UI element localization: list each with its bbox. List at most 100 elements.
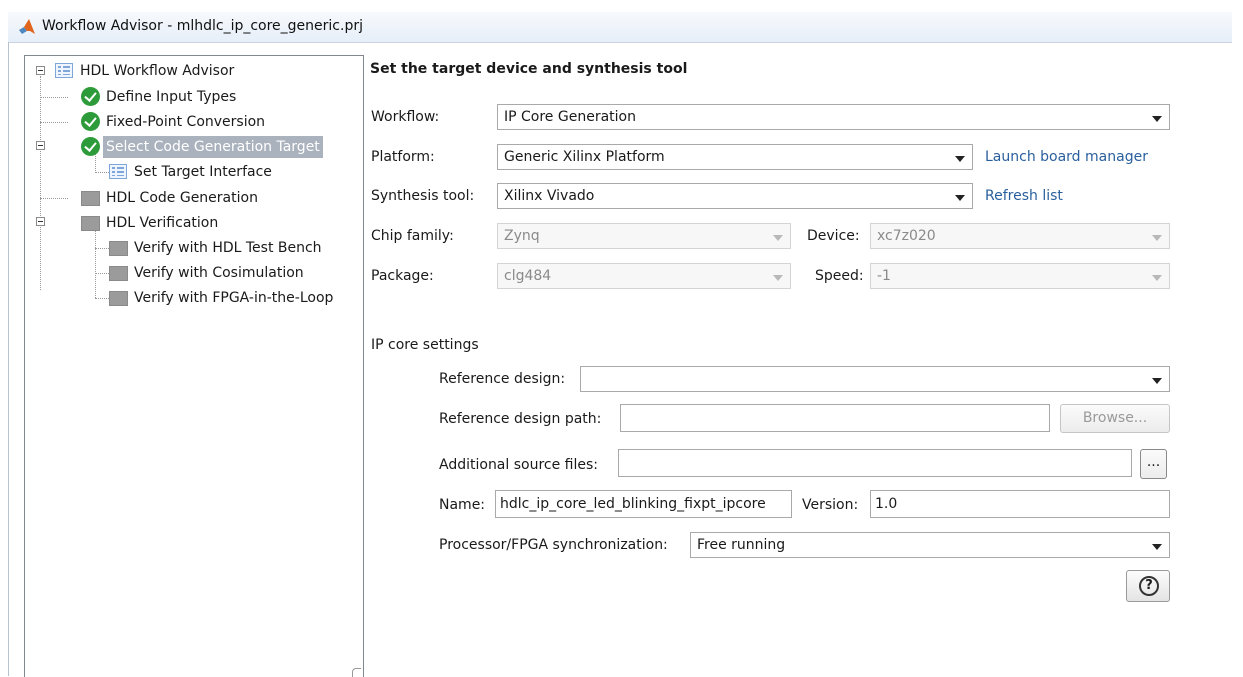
matlab-logo-icon (19, 19, 35, 34)
version-input[interactable]: 1.0 (870, 490, 1170, 518)
workflow-select[interactable]: IP Core Generation (497, 104, 1170, 130)
tree-connector (95, 248, 109, 249)
reference-design-label: Reference design: (439, 371, 566, 387)
window-border (8, 42, 9, 676)
processor-fpga-sync-select[interactable]: Free running (690, 532, 1170, 558)
tree-item-set-target-interface[interactable]: Set Target Interface (109, 161, 275, 183)
tree-connector (40, 97, 68, 98)
chevron-down-icon (773, 235, 783, 241)
tree-item-label: Set Target Interface (134, 164, 272, 180)
chevron-down-icon (1152, 116, 1162, 122)
workflow-advisor-window: Workflow Advisor - mlhdlc_ip_core_generi… (0, 0, 1243, 677)
platform-select[interactable]: Generic Xilinx Platform (497, 144, 973, 170)
chevron-down-icon (955, 156, 965, 162)
reference-design-path-input[interactable] (620, 404, 1050, 432)
tree-item-label: Verify with Cosimulation (134, 265, 304, 281)
chip-family-value: Zynq (504, 228, 540, 244)
tree-item-verify-hdl-test-bench[interactable]: Verify with HDL Test Bench (109, 237, 325, 259)
tree-collapse-toggle[interactable] (36, 141, 45, 150)
refresh-list-link[interactable]: Refresh list (985, 188, 1063, 204)
synthesis-tool-value: Xilinx Vivado (504, 188, 595, 204)
tree-item-verify-cosimulation[interactable]: Verify with Cosimulation (109, 262, 307, 284)
tree-item-verify-fpga-in-the-loop[interactable]: Verify with FPGA-in-the-Loop (109, 287, 336, 309)
help-icon: ? (1139, 576, 1159, 596)
tree-connector (40, 122, 68, 123)
workflow-value: IP Core Generation (504, 109, 636, 125)
name-input[interactable]: hdlc_ip_core_led_blinking_fixpt_ipcore (495, 490, 792, 518)
speed-value: -1 (877, 268, 891, 284)
tree-item-label: Select Code Generation Target (103, 136, 323, 158)
tree-item-label: HDL Verification (106, 215, 219, 231)
processor-fpga-sync-value: Free running (697, 537, 786, 553)
chevron-down-icon (1152, 235, 1162, 241)
tree-item-fixed-point-conversion[interactable]: Fixed-Point Conversion (81, 111, 268, 133)
tree-connector (40, 76, 41, 290)
tree-connector (95, 228, 96, 298)
help-button[interactable]: ? (1126, 570, 1170, 602)
tree-item-hdl-verification[interactable]: HDL Verification (81, 212, 221, 234)
window-title: Workflow Advisor - mlhdlc_ip_core_generi… (42, 18, 363, 34)
chevron-down-icon (1152, 275, 1162, 281)
workflow-label: Workflow: (371, 109, 440, 125)
package-value: clg484 (504, 268, 552, 284)
gray-square-icon (81, 216, 100, 231)
synthesis-tool-select[interactable]: Xilinx Vivado (497, 183, 973, 209)
device-label: Device: (807, 228, 860, 244)
tree-connector (95, 298, 109, 299)
device-value: xc7z020 (877, 228, 936, 244)
tree-connector (40, 198, 68, 199)
panel-title: Set the target device and synthesis tool (370, 61, 688, 77)
name-value: hdlc_ip_core_led_blinking_fixpt_ipcore (500, 496, 766, 512)
tree-collapse-toggle[interactable] (36, 66, 45, 75)
gray-square-icon (109, 266, 128, 281)
platform-value: Generic Xilinx Platform (504, 149, 665, 165)
chip-family-label: Chip family: (371, 228, 454, 244)
gray-square-icon (81, 191, 100, 206)
check-circle-icon (81, 87, 100, 106)
package-label: Package: (371, 268, 434, 284)
tree-item-label: HDL Code Generation (106, 190, 258, 206)
title-bar: Workflow Advisor - mlhdlc_ip_core_generi… (8, 12, 1232, 43)
speed-select[interactable]: -1 (870, 263, 1170, 289)
tree-item-select-code-generation-target[interactable]: Select Code Generation Target (81, 136, 323, 158)
platform-label: Platform: (371, 149, 435, 165)
tree-root-label: HDL Workflow Advisor (80, 63, 235, 79)
reference-design-path-label: Reference design path: (439, 411, 602, 427)
ip-core-section-label: IP core settings (371, 337, 479, 353)
check-circle-icon (81, 112, 100, 131)
tree-collapse-toggle[interactable] (36, 217, 45, 226)
gray-square-icon (109, 291, 128, 306)
tree-item-label: Verify with FPGA-in-the-Loop (134, 290, 334, 306)
tree-item-label: Fixed-Point Conversion (106, 114, 266, 130)
tree-item-hdl-code-generation[interactable]: HDL Code Generation (81, 187, 261, 209)
additional-source-files-label: Additional source files: (439, 457, 599, 473)
check-circle-icon (81, 137, 100, 156)
version-value: 1.0 (875, 496, 898, 512)
launch-board-manager-link[interactable]: Launch board manager (985, 149, 1148, 165)
reference-design-select[interactable] (580, 366, 1170, 392)
chip-family-select[interactable]: Zynq (497, 223, 791, 249)
device-select[interactable]: xc7z020 (870, 223, 1170, 249)
tree-item-label: Verify with HDL Test Bench (134, 240, 322, 256)
task-tree[interactable]: HDL Workflow Advisor Define Input Types … (24, 55, 364, 677)
chevron-down-icon (773, 275, 783, 281)
list-icon (55, 63, 73, 78)
processor-fpga-sync-label: Processor/FPGA synchronization: (439, 537, 668, 553)
tree-item-label: Define Input Types (106, 89, 237, 105)
gray-square-icon (109, 241, 128, 256)
tree-connector (95, 273, 109, 274)
synthesis-tool-label: Synthesis tool: (371, 188, 475, 204)
browse-files-button[interactable]: ... (1140, 449, 1167, 479)
additional-source-files-input[interactable] (618, 449, 1132, 477)
version-label: Version: (802, 497, 859, 513)
chevron-down-icon (1152, 544, 1162, 550)
chevron-down-icon (1152, 378, 1162, 384)
name-label: Name: (439, 497, 486, 513)
chevron-down-icon (955, 195, 965, 201)
browse-button[interactable]: Browse... (1060, 404, 1170, 433)
tree-root[interactable]: HDL Workflow Advisor (55, 60, 237, 82)
tree-item-define-input-types[interactable]: Define Input Types (81, 86, 239, 108)
list-icon (109, 164, 127, 179)
package-select[interactable]: clg484 (497, 263, 791, 289)
speed-label: Speed: (815, 268, 864, 284)
